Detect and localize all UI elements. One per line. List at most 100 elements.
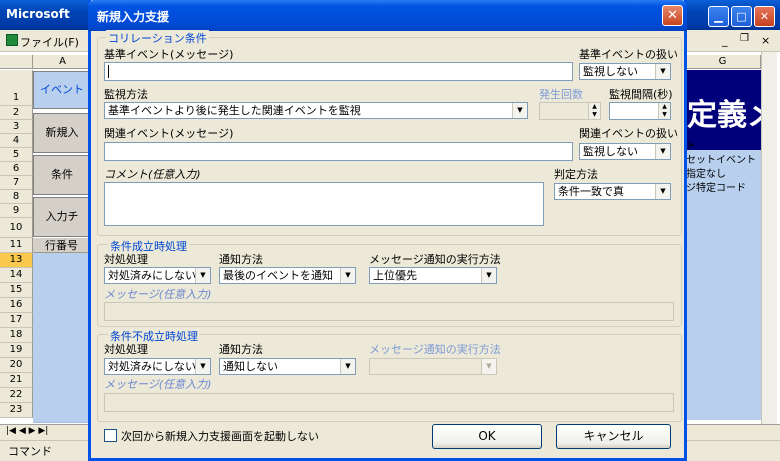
row-header[interactable]: 23 — [0, 403, 33, 418]
failure-message-input — [104, 393, 674, 412]
col-header-a[interactable]: A — [33, 55, 93, 69]
failure-notify-value: 通知しない — [223, 360, 278, 373]
row-header[interactable]: 6 — [0, 162, 33, 176]
right-cell-text: セットイベント — [686, 155, 756, 166]
selected-cells[interactable] — [33, 253, 93, 423]
success-exec-value: 上位優先 — [373, 269, 417, 282]
base-handling-select[interactable]: 監視しない ▼ — [579, 63, 671, 80]
maximize-icon[interactable]: □ — [731, 6, 752, 27]
select-all-corner[interactable] — [0, 55, 33, 69]
monitor-method-label: 監視方法 — [104, 88, 148, 101]
failure-exec-select: ▼ — [369, 358, 497, 375]
sheet-button-new[interactable]: 新規入 — [33, 113, 91, 153]
failure-handling-value: 対処済みにしない — [108, 360, 196, 373]
row-header[interactable]: 2 — [0, 106, 33, 120]
dropdown-arrow-icon[interactable]: ▼ — [655, 184, 670, 199]
failure-exec-label: メッセージ通知の実行方法 — [369, 343, 501, 356]
dropdown-arrow-icon[interactable]: ▼ — [195, 268, 210, 283]
failure-handling-label: 対処処理 — [104, 343, 148, 356]
failure-handling-select[interactable]: 対処済みにしない ▼ — [104, 358, 211, 375]
row-header[interactable]: 22 — [0, 388, 33, 403]
occurrence-label: 発生回数 — [539, 88, 583, 101]
sheet-nav-icons[interactable]: |◀ ◀ ▶ ▶| — [6, 426, 48, 436]
dropdown-arrow-icon[interactable]: ▼ — [340, 268, 355, 283]
success-exec-select[interactable]: 上位優先 ▼ — [369, 267, 497, 284]
close-icon[interactable]: ✕ — [662, 5, 683, 26]
excel-logo-icon — [6, 34, 18, 46]
row-header[interactable]: 4 — [0, 134, 33, 148]
dropdown-arrow-icon[interactable]: ▼ — [195, 359, 210, 374]
row-header[interactable]: 1 — [0, 70, 33, 106]
comment-label: コメント(任意入力) — [104, 168, 201, 181]
row-header[interactable]: 11 — [0, 238, 33, 253]
row-header[interactable]: 15 — [0, 283, 33, 298]
related-handling-value: 監視しない — [583, 145, 638, 158]
row-header[interactable]: 14 — [0, 268, 33, 283]
row-header[interactable]: 16 — [0, 298, 33, 313]
judge-value: 条件一致で真 — [558, 185, 624, 198]
sheet-button-input-check[interactable]: 入力チ — [33, 197, 91, 237]
dropdown-arrow-icon[interactable]: ▼ — [655, 144, 670, 159]
dialog-titlebar[interactable] — [88, 0, 687, 31]
base-event-input[interactable] — [104, 62, 573, 81]
judge-select[interactable]: 条件一致で真 ▼ — [554, 183, 671, 200]
success-exec-label: メッセージ通知の実行方法 — [369, 253, 501, 266]
row-header[interactable]: 17 — [0, 313, 33, 328]
skip-checkbox[interactable] — [104, 429, 117, 442]
spin-down-icon[interactable]: ▼ — [658, 111, 670, 119]
related-handling-select[interactable]: 監視しない ▼ — [579, 143, 671, 160]
row-header[interactable]: 8 — [0, 190, 33, 204]
success-handling-select[interactable]: 対処済みにしない ▼ — [104, 267, 211, 284]
dropdown-arrow-icon[interactable]: ▼ — [340, 359, 355, 374]
success-handling-value: 対処済みにしない — [108, 269, 196, 282]
row-header[interactable]: 9 — [0, 204, 33, 218]
dropdown-arrow-icon[interactable]: ▼ — [512, 103, 527, 118]
base-event-label: 基準イベント(メッセージ) — [104, 48, 234, 61]
row-header[interactable]: 19 — [0, 343, 33, 358]
correlation-group-title: コリレーション条件 — [106, 30, 209, 46]
row-header[interactable]: 5 — [0, 148, 33, 162]
row-header[interactable]: 3 — [0, 120, 33, 134]
vertical-scrollbar[interactable] — [761, 52, 777, 424]
success-message-input — [104, 302, 674, 321]
row-header[interactable]: 21 — [0, 373, 33, 388]
text-caret — [108, 65, 109, 78]
dropdown-arrow-icon[interactable]: ▼ — [655, 64, 670, 79]
excel-close-icon[interactable]: ✕ — [754, 6, 775, 27]
related-handling-label: 関連イベントの扱い — [579, 127, 678, 140]
row11-label: 行番号 — [33, 238, 93, 253]
col-header-g[interactable]: G — [685, 55, 761, 69]
doc-minimize-icon[interactable]: _ — [722, 34, 728, 47]
related-event-input[interactable] — [104, 142, 573, 161]
failure-notify-label: 通知方法 — [219, 343, 263, 356]
sheet-button-event[interactable]: イベント — [33, 71, 91, 109]
success-notify-select[interactable]: 最後のイベントを通知 ▼ — [219, 267, 356, 284]
row-header[interactable]: 20 — [0, 358, 33, 373]
failure-notify-select[interactable]: 通知しない ▼ — [219, 358, 356, 375]
row-header[interactable]: 13 — [0, 253, 33, 268]
row-header[interactable]: 7 — [0, 176, 33, 190]
right-cell-text: ジ特定コード — [686, 183, 746, 194]
right-banner: 定義メン — [685, 70, 780, 150]
minimize-icon[interactable]: ▁ — [708, 6, 729, 27]
ok-button[interactable]: OK — [432, 424, 542, 449]
row-header[interactable]: 10 — [0, 218, 33, 238]
doc-close-icon[interactable]: × — [761, 34, 770, 47]
monitor-method-select[interactable]: 基準イベントより後に発生した関連イベントを監視 ▼ — [104, 102, 528, 119]
interval-spinner[interactable]: ▲ ▼ — [609, 102, 671, 120]
sheet-button-condition[interactable]: 条件 — [33, 155, 91, 195]
doc-restore-icon[interactable]: ❐ — [740, 33, 749, 44]
monitor-method-value: 基準イベントより後に発生した関連イベントを監視 — [108, 104, 361, 117]
cancel-button[interactable]: キャンセル — [556, 424, 671, 449]
row-header[interactable]: 18 — [0, 328, 33, 343]
judge-label: 判定方法 — [554, 168, 598, 181]
skip-checkbox-label[interactable]: 次回から新規入力支援画面を起動しない — [121, 428, 319, 444]
dropdown-arrow-icon[interactable]: ▼ — [481, 268, 496, 283]
success-notify-label: 通知方法 — [219, 253, 263, 266]
right-cell-text: ト — [686, 141, 696, 152]
comment-textarea[interactable] — [104, 182, 544, 226]
base-handling-value: 監視しない — [583, 65, 638, 78]
menu-file[interactable]: ファイル(F) — [20, 34, 79, 50]
right-cell-text: 指定なし — [686, 169, 726, 180]
success-notify-value: 最後のイベントを通知 — [223, 269, 333, 282]
